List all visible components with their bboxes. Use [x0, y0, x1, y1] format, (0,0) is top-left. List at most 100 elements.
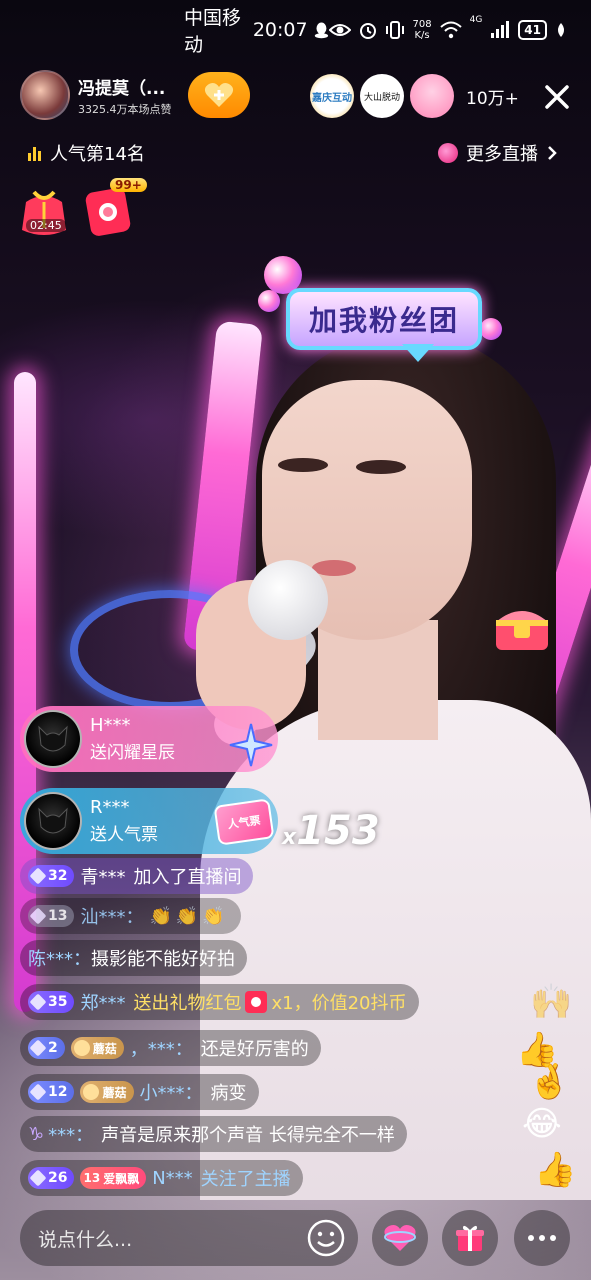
singer-eye	[356, 460, 406, 474]
gem-icon	[29, 1039, 47, 1057]
red-packet-badge: 99+	[110, 178, 147, 192]
level-number: 26	[48, 1170, 68, 1186]
host-info[interactable]: 冯提莫（... 3325.4万本场点赞	[78, 74, 184, 117]
gift-action: 送人气票	[90, 825, 158, 845]
chat-message[interactable]: 12 蘑菇 小***： 病变	[20, 1074, 259, 1110]
chat-user-name[interactable]: ，***：	[130, 1035, 193, 1061]
fan-club-sticker[interactable]: 加我粉丝团	[286, 288, 482, 350]
heart-icon	[73, 1040, 90, 1056]
viewer-count[interactable]: 10万+	[466, 84, 519, 109]
alarm-icon	[359, 23, 376, 39]
viewer-avatar[interactable]	[410, 74, 454, 118]
sticker-tail	[402, 344, 434, 362]
chat-user-name[interactable]: ***：	[48, 1121, 93, 1147]
clock: 20:07	[252, 19, 308, 41]
wifi-icon	[439, 21, 462, 39]
combo-prefix: x	[282, 825, 297, 850]
fan-club-badge: 13 爱飘飘	[80, 1167, 147, 1189]
chat-message[interactable]: 2 蘑菇 ，***： 还是好厉害的	[20, 1030, 321, 1066]
follow-button[interactable]	[188, 72, 250, 118]
viewer-avatar[interactable]: 大山脱动	[360, 74, 404, 118]
gem-icon	[29, 1169, 47, 1187]
gift-notice-text: H*** 送闪耀星辰	[90, 715, 175, 763]
level-number: 2	[48, 1040, 58, 1056]
chat-user-name[interactable]: 郑***	[80, 989, 125, 1015]
level-number: 12	[48, 1084, 68, 1100]
host-avatar[interactable]	[20, 70, 70, 120]
star-gift-icon	[229, 723, 273, 767]
close-icon[interactable]	[540, 80, 574, 114]
popularity-ticket-icon: 人气票	[213, 798, 275, 846]
gem-icon	[29, 867, 47, 885]
gem-icon	[29, 993, 47, 1011]
gift-button[interactable]	[442, 1210, 498, 1266]
comment-placeholder: 说点什么...	[38, 1228, 133, 1251]
like-emoji-icon: 🤞	[528, 1062, 571, 1102]
chat-text: 摄影能不能好好拍	[91, 949, 235, 970]
cat-silhouette-icon	[38, 807, 68, 834]
more-live-button[interactable]: 更多直播	[438, 140, 558, 166]
leaf-icon	[558, 23, 564, 37]
signal-icon	[491, 21, 510, 38]
chevron-right-icon	[548, 146, 557, 160]
rank-label: 人气第14名	[50, 144, 145, 165]
fan-club-button[interactable]	[372, 1210, 428, 1266]
capricorn-icon: ♑	[28, 1123, 45, 1145]
combo-count: 153	[296, 808, 380, 854]
popularity-rank[interactable]: 人气第14名	[28, 140, 145, 166]
more-button[interactable]	[514, 1210, 570, 1266]
chat-message[interactable]: 26 13 爱飘飘 N*** 关注了主播	[20, 1160, 303, 1196]
chat-message[interactable]: 陈***： 摄影能不能好好拍	[20, 940, 247, 976]
chat-user-name[interactable]: 青***	[80, 863, 125, 889]
level-number: 32	[48, 868, 68, 884]
net-speed-value: 708	[412, 19, 432, 30]
user-level-badge: 13	[28, 905, 75, 927]
eye-icon	[328, 24, 351, 36]
gift-sender-name: R***	[90, 797, 130, 818]
fan-club-badge: 蘑菇	[80, 1081, 134, 1103]
chat-text-value: x1，价值20抖币	[271, 993, 407, 1014]
user-avatar[interactable]	[24, 710, 82, 768]
emoji-icon[interactable]	[304, 1216, 348, 1260]
host-likes: 3325.4万本场点赞	[78, 102, 172, 116]
host-name[interactable]: 冯提莫（...	[78, 74, 184, 99]
vibrate-icon	[385, 21, 404, 39]
carrier-label: 中国移动	[184, 7, 242, 56]
more-dots-icon	[528, 1235, 556, 1241]
chat-user-name[interactable]: N***	[152, 1168, 192, 1189]
chat-text: 关注了主播	[200, 1169, 291, 1190]
fan-club-name: 蘑菇	[102, 1085, 127, 1100]
chat-message[interactable]: 32 青*** 加入了直播间	[20, 858, 254, 894]
treasure-chest-icon[interactable]	[492, 600, 552, 654]
cat-silhouette-icon	[38, 725, 68, 752]
fan-club-badge: 蘑菇	[70, 1037, 124, 1059]
gem-icon	[29, 907, 47, 925]
chat-text: 送出礼物红包	[133, 993, 242, 1014]
gift-action: 送闪耀星辰	[90, 743, 175, 763]
chat-text: 病变	[210, 1083, 247, 1104]
status-right: 708 K/s 4G 41	[328, 15, 568, 41]
live-dot-icon	[438, 143, 458, 163]
user-level-badge: 26	[28, 1167, 75, 1189]
chat-user-name[interactable]: 陈***：	[28, 945, 91, 971]
qq-icon	[314, 22, 328, 39]
host-card[interactable]: 冯提莫（... 3325.4万本场点赞	[20, 70, 184, 120]
status-left: 中国移动 20:07	[184, 3, 329, 57]
user-avatar[interactable]	[24, 792, 82, 850]
top-viewers[interactable]: 嘉庆互动 大山脱动	[310, 74, 454, 118]
viewer-avatar[interactable]: 嘉庆互动	[310, 74, 354, 118]
gem-icon	[29, 1083, 47, 1101]
chat-message[interactable]: 13 汕***： 👏👏👏	[20, 898, 241, 934]
heart-icon	[83, 1084, 100, 1100]
chat-message[interactable]: 35 郑*** 送出礼物红包 x1，价值20抖币	[20, 984, 419, 1020]
user-level-badge: 12	[28, 1081, 75, 1103]
user-level-badge: 32	[28, 865, 75, 887]
gift-combo-counter: x153	[282, 808, 380, 854]
chat-message[interactable]: ♑ ***： 声音是原来那个声音 长得完全不一样	[20, 1116, 407, 1152]
chat-user-name[interactable]: 小***：	[140, 1079, 203, 1105]
level-number: 13	[48, 908, 68, 924]
like-emoji-icon: 😂	[522, 1104, 562, 1144]
net-speed-unit: K/s	[414, 30, 430, 41]
battery-indicator: 41	[518, 20, 547, 40]
chat-user-name[interactable]: 汕***：	[80, 903, 143, 929]
